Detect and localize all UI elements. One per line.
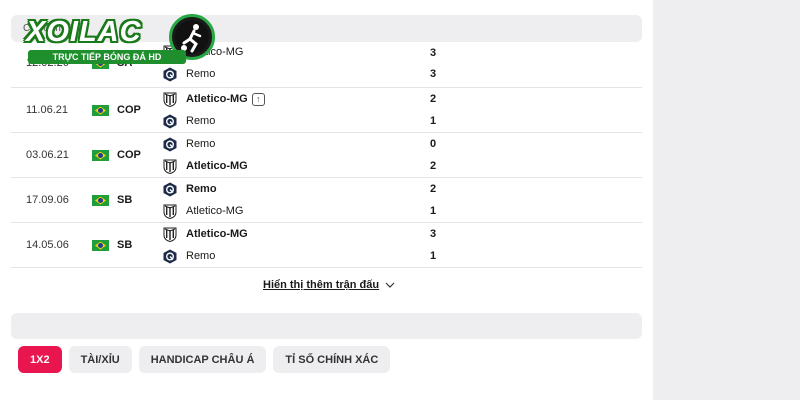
competition-code: COP <box>117 104 141 116</box>
remo-crest-icon <box>163 137 177 152</box>
brazil-flag-icon <box>92 240 109 251</box>
home-team[interactable]: Remo <box>163 181 217 197</box>
competition-code: SB <box>117 239 133 251</box>
side-panel <box>653 0 800 400</box>
match-date: 03.06.21 <box>26 149 69 161</box>
away-team[interactable]: Atletico-MG <box>163 158 248 174</box>
remo-crest-icon <box>163 67 177 82</box>
away-score: 2 <box>430 160 437 172</box>
atletico-crest-icon <box>163 204 177 219</box>
home-team-name: Atletico-MG <box>186 93 248 105</box>
tab-over-under[interactable]: TÀI/XỈU <box>68 346 132 373</box>
competition-code: COP <box>117 149 141 161</box>
away-team-name: Remo <box>186 68 216 80</box>
show-more-matches-link[interactable]: Hiển thị thêm trận đấu <box>263 279 395 291</box>
match-date: 17.09.06 <box>26 194 69 206</box>
atletico-crest-icon <box>163 159 177 174</box>
home-score: 3 <box>430 47 437 59</box>
remo-crest-icon <box>163 249 177 264</box>
home-score: 3 <box>430 228 437 240</box>
competition-code: SB <box>117 194 133 206</box>
match-row[interactable]: 11.06.21 COP Atletico-MG ↑ Remo 2 1 <box>11 88 642 133</box>
match-date: 11.06.21 <box>26 104 69 116</box>
chevron-down-icon <box>385 282 395 288</box>
logo-wordmark: XOILAC <box>26 16 142 48</box>
match-row[interactable]: 03.06.21 COP Remo Atletico-MG 0 2 <box>11 133 642 178</box>
show-more-label: Hiển thị thêm trận đấu <box>263 279 380 291</box>
home-team-name: Remo <box>186 183 217 195</box>
match-list: 12.02.26SAAtletico-MGRemo3311.06.21COPAt… <box>11 42 642 268</box>
away-team-name: Remo <box>186 250 216 262</box>
away-score: 1 <box>430 115 437 127</box>
home-team-name: Remo <box>186 138 216 150</box>
away-team-name: Atletico-MG <box>186 205 244 217</box>
away-team[interactable]: Remo <box>163 248 215 264</box>
logo-tagline: TRỰC TIẾP BÓNG ĐÁ HD <box>28 50 186 64</box>
remo-crest-icon <box>163 114 177 129</box>
match-row[interactable]: 17.09.06 SB Remo Atletico-MG 2 1 <box>11 178 642 223</box>
away-score: 3 <box>430 68 437 80</box>
match-date: 14.05.06 <box>26 239 69 251</box>
away-team[interactable]: Remo <box>163 113 215 129</box>
tab-asian-handicap[interactable]: HANDICAP CHÂU Á <box>138 346 267 373</box>
away-team-name: Remo <box>186 115 216 127</box>
section-divider-bar <box>11 313 642 339</box>
home-score: 2 <box>430 183 437 195</box>
advanced-arrow-icon: ↑ <box>251 92 265 106</box>
tab-correct-score[interactable]: TỈ SỐ CHÍNH XÁC <box>273 346 391 373</box>
atletico-crest-icon <box>163 227 177 242</box>
match-row[interactable]: 14.05.06 SB Atletico-MG Remo 3 1 <box>11 223 642 268</box>
home-team[interactable]: Atletico-MG ↑ <box>163 91 265 107</box>
away-score: 1 <box>430 205 437 217</box>
away-score: 1 <box>430 250 437 262</box>
home-team-name: Atletico-MG <box>186 228 248 240</box>
away-team[interactable]: Atletico-MG <box>163 203 243 219</box>
brazil-flag-icon <box>92 150 109 161</box>
home-team[interactable]: Atletico-MG <box>163 226 248 242</box>
home-team[interactable]: Remo <box>163 136 215 152</box>
remo-crest-icon <box>163 182 177 197</box>
odds-tabs: 1X2 TÀI/XỈU HANDICAP CHÂU Á TỈ SỐ CHÍNH XÁC <box>18 346 391 373</box>
home-score: 2 <box>430 93 437 105</box>
site-logo[interactable]: XOILAC TRỰC TIẾP BÓNG ĐÁ HD <box>24 14 216 66</box>
home-score: 0 <box>430 138 437 150</box>
tab-1x2[interactable]: 1X2 <box>18 346 62 373</box>
away-team-name: Atletico-MG <box>186 160 248 172</box>
brazil-flag-icon <box>92 105 109 116</box>
away-team[interactable]: Remo <box>163 66 215 82</box>
brazil-flag-icon <box>92 195 109 206</box>
atletico-crest-icon <box>163 92 177 107</box>
